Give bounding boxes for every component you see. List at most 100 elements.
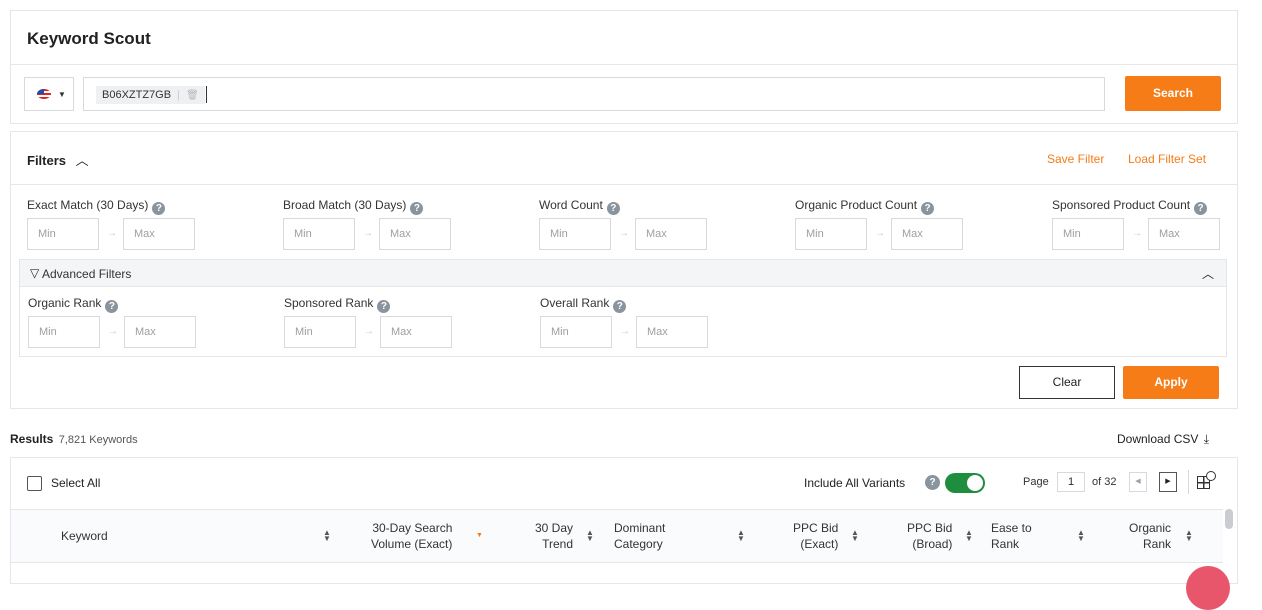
- select-all-checkbox[interactable]: [27, 476, 42, 491]
- column-ease-to-rank[interactable]: Ease to Rank: [991, 520, 1032, 552]
- chevron-up-icon[interactable]: ︿: [1202, 265, 1214, 282]
- marketplace-dropdown[interactable]: ▼: [24, 77, 74, 111]
- filter-label: Broad Match (30 Days): [283, 198, 407, 212]
- max-input[interactable]: Max: [635, 218, 707, 250]
- save-filter-link[interactable]: Save Filter: [1047, 152, 1104, 166]
- arrow-right-icon: →: [363, 228, 373, 239]
- header-divider: [11, 64, 1237, 65]
- filter-overall-rank: Overall Rank? Min → Max: [540, 296, 708, 348]
- arrow-right-icon: →: [1132, 228, 1142, 239]
- load-filter-set-link[interactable]: Load Filter Set: [1128, 152, 1206, 166]
- sort-desc-icon[interactable]: ▼: [476, 532, 483, 539]
- sort-icon[interactable]: ▲ ▼: [1185, 529, 1193, 543]
- column-label: PPC Bid: [907, 521, 953, 535]
- column-label: Volume (Exact): [371, 537, 453, 551]
- sort-icon[interactable]: ▲ ▼: [965, 529, 973, 543]
- min-input[interactable]: Min: [27, 218, 99, 250]
- us-flag-icon: [37, 89, 51, 99]
- column-settings-icon[interactable]: [1195, 470, 1219, 494]
- advanced-filters-title: Advanced Filters: [42, 267, 132, 281]
- filter-broad-match: Broad Match (30 Days)? Min → Max: [283, 198, 451, 250]
- column-keyword[interactable]: Keyword: [61, 528, 108, 544]
- sort-icon[interactable]: ▲ ▼: [851, 529, 859, 543]
- min-input[interactable]: Min: [795, 218, 867, 250]
- page-label: Page: [1023, 476, 1049, 488]
- column-trend[interactable]: 30 Day Trend: [535, 520, 573, 552]
- max-input[interactable]: Max: [1148, 218, 1220, 250]
- max-input[interactable]: Max: [380, 316, 452, 348]
- include-variants-toggle[interactable]: [945, 473, 985, 493]
- asin-chip[interactable]: B06XZTZ7GB | 🗑: [96, 86, 205, 104]
- vertical-scrollbar[interactable]: [1225, 509, 1233, 529]
- filter-exact-match: Exact Match (30 Days)? Min → Max: [27, 198, 195, 250]
- apply-button[interactable]: Apply: [1123, 366, 1219, 399]
- asin-search-input[interactable]: B06XZTZ7GB | 🗑: [83, 77, 1105, 111]
- max-input[interactable]: Max: [124, 316, 196, 348]
- column-label: Rank: [991, 537, 1020, 551]
- filter-label: Word Count: [539, 198, 603, 212]
- results-heading: Results 7,821 Keywords: [10, 432, 138, 446]
- column-label: (Exact): [800, 537, 839, 551]
- sort-icon[interactable]: ▲ ▼: [737, 529, 745, 543]
- page-total: of 32: [1092, 476, 1117, 488]
- filters-divider: [11, 184, 1237, 185]
- filter-organic-rank: Organic Rank? Min → Max: [28, 296, 196, 348]
- filter-organic-product-count: Organic Product Count? Min → Max: [795, 198, 963, 250]
- advanced-filters-header[interactable]: ▽ Advanced Filters ︿: [20, 260, 1226, 287]
- max-input[interactable]: Max: [379, 218, 451, 250]
- search-button[interactable]: Search: [1125, 76, 1221, 111]
- column-search-volume[interactable]: 30-Day Search Volume (Exact): [371, 520, 452, 552]
- chat-widget-button[interactable]: [1186, 566, 1230, 610]
- trash-icon[interactable]: 🗑: [186, 90, 199, 101]
- clear-button[interactable]: Clear: [1019, 366, 1115, 399]
- column-label: PPC Bid: [793, 521, 839, 535]
- arrow-right-icon: →: [620, 326, 630, 337]
- page-title: Keyword Scout: [27, 29, 151, 48]
- help-icon[interactable]: ?: [613, 300, 627, 313]
- sort-icon[interactable]: ▲ ▼: [586, 529, 594, 543]
- min-input[interactable]: Min: [284, 316, 356, 348]
- filter-sponsored-rank: Sponsored Rank? Min → Max: [284, 296, 452, 348]
- max-input[interactable]: Max: [636, 316, 708, 348]
- next-page-button[interactable]: ▶: [1159, 472, 1177, 492]
- help-icon[interactable]: ?: [606, 202, 620, 215]
- help-icon[interactable]: ?: [921, 202, 935, 215]
- column-ppc-bid-exact[interactable]: PPC Bid (Exact): [793, 520, 838, 552]
- sort-icon[interactable]: ▲ ▼: [323, 529, 331, 543]
- min-input[interactable]: Min: [540, 316, 612, 348]
- column-label: 30-Day Search: [372, 521, 453, 535]
- help-icon[interactable]: ?: [1194, 202, 1208, 215]
- filters-card: Filters ︿ Save Filter Load Filter Set Ex…: [10, 131, 1238, 409]
- filter-word-count: Word Count? Min → Max: [539, 198, 707, 250]
- column-label: Rank: [1143, 537, 1172, 551]
- caret-down-icon: ▼: [58, 90, 66, 99]
- prev-page-button[interactable]: ◀: [1129, 472, 1147, 492]
- column-ppc-bid-broad[interactable]: PPC Bid (Broad): [907, 520, 952, 552]
- min-input[interactable]: Min: [28, 316, 100, 348]
- min-input[interactable]: Min: [1052, 218, 1124, 250]
- min-input[interactable]: Min: [539, 218, 611, 250]
- download-csv-button[interactable]: Download CSV ⤓: [1117, 432, 1209, 447]
- filter-funnel-icon: ▽: [30, 266, 40, 280]
- toggle-knob: [967, 475, 983, 491]
- column-label: Ease to: [991, 521, 1032, 535]
- help-icon[interactable]: ?: [925, 475, 940, 490]
- max-input[interactable]: Max: [891, 218, 963, 250]
- help-icon[interactable]: ?: [105, 300, 119, 313]
- max-input[interactable]: Max: [123, 218, 195, 250]
- column-dominant-category[interactable]: Dominant Category: [614, 520, 665, 552]
- filters-toggle[interactable]: Filters ︿: [27, 150, 89, 169]
- download-csv-label: Download CSV: [1117, 432, 1199, 446]
- min-input[interactable]: Min: [283, 218, 355, 250]
- sort-icon[interactable]: ▲ ▼: [1077, 529, 1085, 543]
- results-count: 7,821 Keywords: [58, 434, 138, 446]
- select-all-label: Select All: [51, 476, 101, 490]
- filters-title: Filters: [27, 153, 67, 168]
- filter-label: Sponsored Rank: [284, 296, 374, 310]
- help-icon[interactable]: ?: [377, 300, 391, 313]
- help-icon[interactable]: ?: [152, 202, 166, 215]
- help-icon[interactable]: ?: [410, 202, 424, 215]
- page-number-input[interactable]: 1: [1057, 472, 1085, 492]
- column-organic-rank[interactable]: Organic Rank: [1129, 520, 1171, 552]
- arrow-right-icon: →: [107, 228, 117, 239]
